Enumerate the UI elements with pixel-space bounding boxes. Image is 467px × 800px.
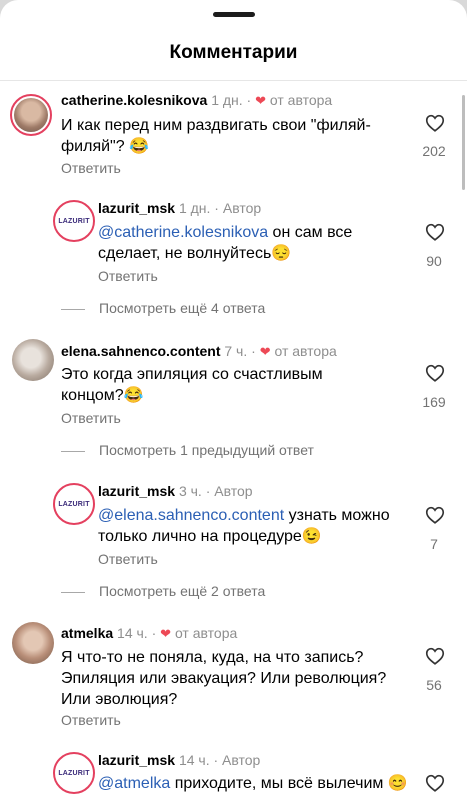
like-count: 56 (426, 677, 442, 693)
brand-logo-text: LAZURIT (58, 500, 90, 508)
author-liked-icon: ❤ (259, 344, 271, 359)
author-badge: Автор (214, 483, 253, 499)
scrollbar[interactable] (462, 95, 465, 190)
comment-username[interactable]: lazurit_msk (98, 483, 175, 499)
comment-meta: catherine.kolesnikova 1 дн. · ❤ от автор… (61, 92, 333, 108)
heart-outline-icon[interactable] (424, 112, 446, 134)
comment-time: 1 дн. (211, 92, 243, 108)
mention-link[interactable]: @atmelka (98, 775, 170, 792)
author-liked-label: от автора (274, 343, 337, 359)
comment-text: Это когда эпиляция со счастливым концом?… (61, 366, 323, 404)
comment-username[interactable]: catherine.kolesnikova (61, 92, 207, 108)
header-divider (0, 80, 467, 81)
like-count: 90 (426, 253, 442, 269)
heart-outline-icon[interactable] (424, 645, 446, 667)
comment-time: 7 ч. (224, 343, 248, 359)
author-liked-icon: ❤ (255, 93, 267, 108)
brand-logo-text: LAZURIT (58, 769, 90, 777)
comment-text: И как перед ним раздвигать свои "филяй-ф… (61, 117, 371, 155)
comment-meta: elena.sahnenco.content 7 ч. · ❤ от автор… (61, 343, 337, 359)
sheet-drag-handle[interactable] (213, 12, 255, 17)
view-more-replies[interactable]: Посмотреть ещё 2 ответа (61, 583, 265, 599)
avatar[interactable]: LAZURIT (53, 200, 95, 242)
comment-username[interactable]: elena.sahnenco.content (61, 343, 220, 359)
view-more-replies[interactable]: Посмотреть ещё 4 ответа (61, 300, 265, 316)
brand-logo-text: LAZURIT (58, 217, 90, 225)
reply-button[interactable]: Ответить (98, 268, 158, 284)
comment-text: Я что-то не поняла, куда, на что запись?… (61, 649, 387, 708)
avatar[interactable] (12, 339, 54, 381)
like-count: 7 (430, 536, 438, 552)
page-title: Комментарии (169, 42, 298, 63)
reply-button[interactable]: Ответить (61, 712, 121, 728)
comment-username[interactable]: lazurit_msk (98, 752, 175, 768)
avatar[interactable]: LAZURIT (53, 752, 95, 794)
comment-meta: lazurit_msk 3 ч. · Автор (98, 483, 253, 499)
comment-meta: lazurit_msk 1 дн. · Автор (98, 200, 262, 216)
view-previous-replies[interactable]: Посмотреть 1 предыдущий ответ (61, 442, 314, 458)
heart-outline-icon[interactable] (424, 221, 446, 243)
mention-link[interactable]: @elena.sahnenco.content (98, 507, 284, 524)
author-liked-label: от автора (174, 625, 238, 641)
comment-username[interactable]: atmelka (61, 625, 113, 641)
like-count: 202 (422, 143, 446, 159)
heart-outline-icon[interactable] (424, 504, 446, 526)
comment-meta: atmelka 14 ч. · ❤ от автора (61, 625, 238, 641)
avatar[interactable]: LAZURIT (53, 483, 95, 525)
comments-sheet: Комментарии catherine.kolesnikova 1 дн. … (0, 0, 467, 800)
avatar[interactable] (10, 94, 52, 136)
comment-text: @catherine.kolesnikova он сам все сделае… (98, 224, 353, 262)
comment-time: 14 ч. (117, 625, 148, 641)
avatar[interactable] (12, 622, 54, 664)
author-liked-icon: ❤ (160, 626, 172, 641)
comment-time: 1 дн. (178, 200, 211, 216)
comment-text: @elena.sahnenco.content узнать можно тол… (98, 507, 390, 545)
comment-time: 3 ч. (178, 483, 202, 499)
author-badge: Автор (222, 200, 262, 216)
author-badge: Автор (222, 752, 261, 768)
like-count: 169 (422, 394, 446, 410)
reply-button[interactable]: Ответить (61, 160, 121, 176)
comment-text: @atmelka приходите, мы всё вылечим 😊 (98, 775, 408, 792)
comment-time: 14 ч. (178, 752, 210, 768)
comment-username[interactable]: lazurit_msk (98, 200, 175, 216)
heart-outline-icon[interactable] (424, 362, 446, 384)
reply-button[interactable]: Ответить (61, 410, 121, 426)
comment-meta: lazurit_msk 14 ч. · Автор (98, 752, 261, 768)
reply-button[interactable]: Ответить (98, 551, 158, 567)
author-liked-label: от автора (269, 92, 333, 108)
heart-outline-icon[interactable] (424, 772, 446, 794)
mention-link[interactable]: @catherine.kolesnikova (98, 224, 268, 241)
